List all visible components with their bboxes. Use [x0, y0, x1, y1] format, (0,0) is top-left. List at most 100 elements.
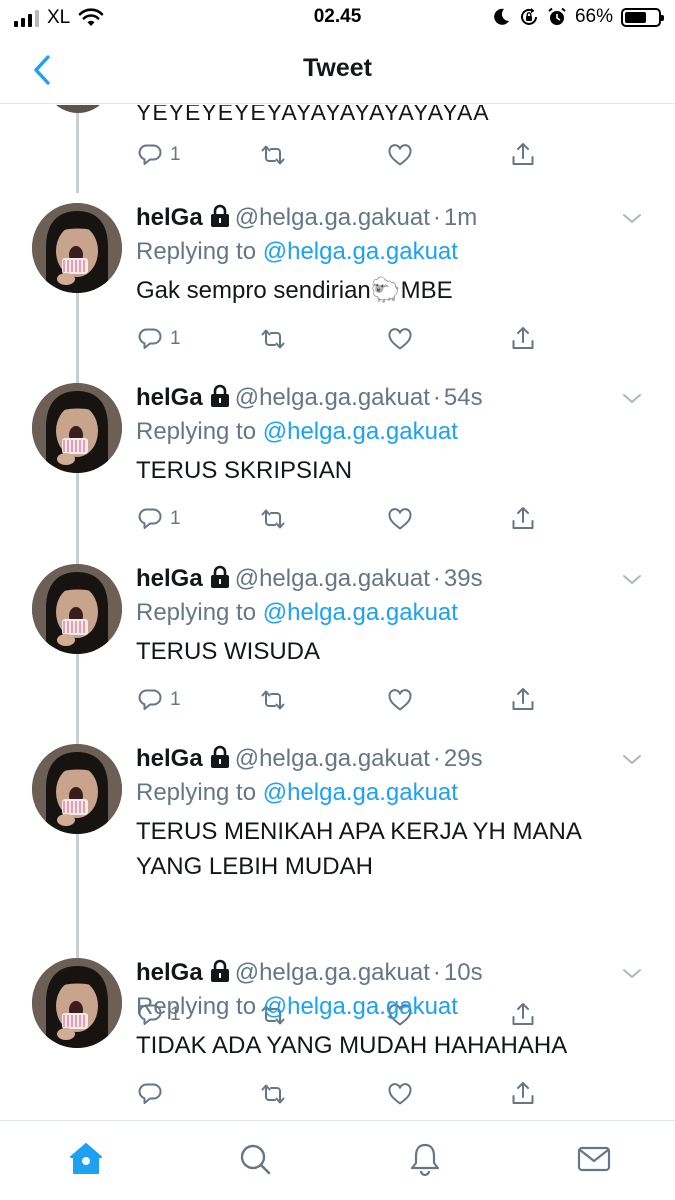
- share-button[interactable]: [509, 504, 537, 534]
- timestamp[interactable]: 10s: [444, 959, 483, 986]
- retweet-icon: [261, 690, 285, 710]
- chevron-down-icon[interactable]: [620, 568, 644, 592]
- chevron-down-icon[interactable]: [620, 207, 644, 231]
- tweet-header: helGa @helga.ga.gakuat · 29s: [136, 744, 483, 774]
- chevron-down-icon[interactable]: [620, 748, 644, 772]
- nav-header: Tweet: [0, 36, 675, 104]
- like-button[interactable]: [386, 324, 414, 354]
- like-button[interactable]: [386, 140, 414, 170]
- tweet-header: helGa @helga.ga.gakuat · 54s: [136, 383, 483, 413]
- reply-count: 1: [170, 508, 181, 529]
- tab-notifications[interactable]: [405, 1139, 445, 1179]
- tweet-text: TERUS SKRIPSIAN: [136, 457, 353, 484]
- reply-icon: [138, 328, 162, 349]
- wifi-icon: [78, 8, 104, 26]
- avatar[interactable]: [32, 958, 122, 1048]
- tweet-text: Gak sempro sendirian🐑MBE: [136, 277, 453, 304]
- share-button[interactable]: [509, 1000, 537, 1030]
- timestamp[interactable]: 54s: [444, 384, 483, 411]
- avatar[interactable]: [32, 564, 122, 654]
- chevron-down-icon[interactable]: [620, 962, 644, 986]
- retweet-button[interactable]: [259, 504, 287, 534]
- timestamp[interactable]: 39s: [444, 565, 483, 592]
- tweet-actions: 1: [136, 324, 556, 354]
- reply-button[interactable]: [136, 1079, 170, 1109]
- lock-icon: [210, 565, 229, 588]
- lock-icon: [210, 959, 229, 982]
- timestamp[interactable]: 29s: [444, 745, 483, 772]
- tab-messages[interactable]: [574, 1139, 614, 1179]
- share-button[interactable]: [509, 140, 537, 170]
- reply-button[interactable]: 1: [136, 685, 181, 715]
- replying-to-link[interactable]: @helga.ga.gakuat: [263, 779, 458, 806]
- user-handle[interactable]: @helga.ga.gakuat: [235, 204, 430, 231]
- tweet-text: TERUS WISUDA: [136, 638, 321, 665]
- share-button[interactable]: [509, 1079, 537, 1109]
- partial-tweet[interactable]: YEYEYEYEYAYAYAYAYAYAYAA 1: [0, 105, 675, 195]
- user-handle[interactable]: @helga.ga.gakuat: [235, 384, 430, 411]
- avatar[interactable]: [32, 744, 122, 834]
- reply-count: 1: [170, 328, 181, 349]
- tab-search[interactable]: [235, 1139, 275, 1179]
- replying-to-link[interactable]: @helga.ga.gakuat: [263, 599, 458, 626]
- tweet-header: helGa @helga.ga.gakuat · 10s: [136, 958, 483, 988]
- replying-to-label: Replying to: [136, 238, 257, 265]
- avatar-photo: [32, 203, 122, 293]
- display-name[interactable]: helGa: [136, 204, 203, 231]
- avatar[interactable]: [32, 203, 122, 293]
- retweet-button[interactable]: [259, 324, 287, 354]
- display-name[interactable]: helGa: [136, 565, 203, 592]
- heart-icon: [388, 508, 412, 530]
- replying-to-link[interactable]: @helga.ga.gakuat: [263, 418, 458, 445]
- tweet-text: YEYEYEYEYAYAYAYAYAYAYAA: [136, 105, 490, 125]
- tweet-actions: 1: [136, 504, 556, 534]
- display-name[interactable]: helGa: [136, 959, 203, 986]
- user-handle[interactable]: @helga.ga.gakuat: [235, 565, 430, 592]
- heart-icon: [388, 1083, 412, 1105]
- timestamp[interactable]: 1m: [444, 204, 477, 231]
- tab-home[interactable]: [66, 1139, 106, 1179]
- avatar[interactable]: [44, 105, 112, 113]
- replying-to-link[interactable]: @helga.ga.gakuat: [263, 993, 458, 1020]
- tweet-actions: 1: [136, 140, 556, 170]
- retweet-button[interactable]: [259, 685, 287, 715]
- like-button[interactable]: [386, 1079, 414, 1109]
- separator-dot: ·: [432, 565, 441, 592]
- heart-icon: [388, 689, 412, 711]
- status-bar: XL 02.45 66%: [0, 0, 675, 36]
- moon-icon: [494, 8, 509, 25]
- back-button[interactable]: [22, 50, 62, 90]
- separator-dot: ·: [432, 204, 441, 231]
- retweet-button[interactable]: [259, 140, 287, 170]
- retweet-button[interactable]: [259, 1079, 287, 1109]
- avatar-photo: [32, 744, 122, 834]
- display-name[interactable]: helGa: [136, 745, 203, 772]
- like-button[interactable]: [386, 685, 414, 715]
- lock-icon: [210, 204, 229, 227]
- tab-bar: [0, 1120, 675, 1200]
- replying-to: Replying to @helga.ga.gakuat: [136, 992, 458, 1022]
- replying-to-label: Replying to: [136, 779, 257, 806]
- like-button[interactable]: [386, 504, 414, 534]
- replying-to-link[interactable]: @helga.ga.gakuat: [263, 238, 458, 265]
- user-handle[interactable]: @helga.ga.gakuat: [235, 745, 430, 772]
- share-button[interactable]: [509, 324, 537, 354]
- status-left: XL: [14, 7, 104, 29]
- share-icon: [512, 327, 534, 349]
- heart-icon: [388, 328, 412, 350]
- avatar-photo: [32, 383, 122, 473]
- reply-button[interactable]: 1: [136, 324, 181, 354]
- reply-count: 1: [170, 689, 181, 710]
- share-button[interactable]: [509, 685, 537, 715]
- reply-button[interactable]: 1: [136, 504, 181, 534]
- chevron-down-icon[interactable]: [620, 387, 644, 411]
- reply-button[interactable]: 1: [136, 140, 181, 170]
- display-name[interactable]: helGa: [136, 384, 203, 411]
- tweet-thread[interactable]: YEYEYEYEYAYAYAYAYAYAYAA 1 helGa @helga.g…: [0, 105, 675, 1120]
- reply-count: 1: [170, 144, 181, 165]
- chevron-left-icon: [34, 55, 50, 85]
- avatar[interactable]: [32, 383, 122, 473]
- carrier-name: XL: [47, 7, 71, 28]
- user-handle[interactable]: @helga.ga.gakuat: [235, 959, 430, 986]
- alarm-icon: [548, 7, 566, 25]
